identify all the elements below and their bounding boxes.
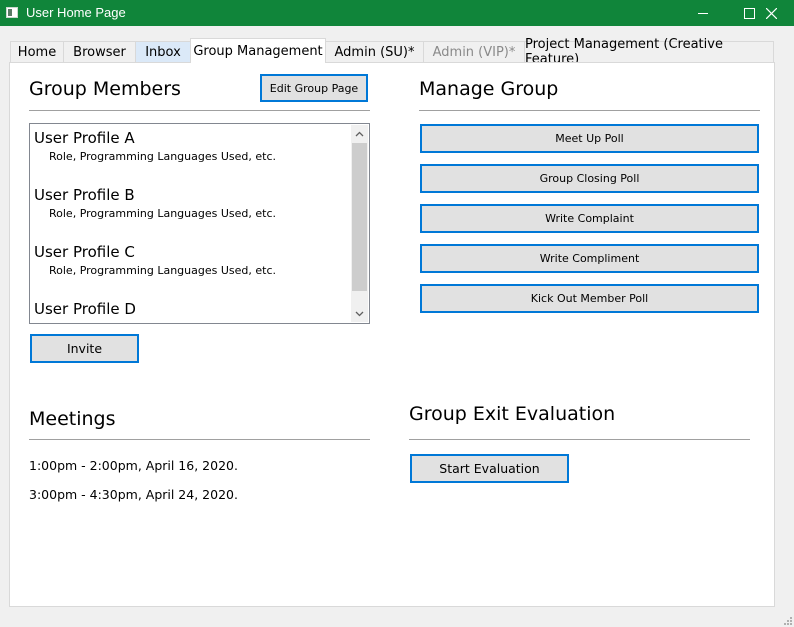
group-members-divider [29,110,370,111]
list-item-detail: Role, Programming Languages Used, etc. [49,150,276,163]
group-members-heading: Group Members [29,78,181,100]
manage-group-divider [419,110,760,111]
write-compliment-button[interactable]: Write Compliment [420,244,759,273]
scroll-thumb[interactable] [352,143,367,291]
minimize-icon [698,12,708,14]
list-item-title[interactable]: User Profile B [34,186,135,204]
write-complaint-button[interactable]: Write Complaint [420,204,759,233]
tab-browser[interactable]: Browser [63,41,136,62]
window-title: User Home Page [26,5,126,20]
list-item-title[interactable]: User Profile A [34,129,135,147]
resize-grip-icon[interactable] [782,615,792,625]
scroll-down-arrow[interactable] [351,305,368,322]
close-icon [765,7,777,19]
meetings-divider [29,439,370,440]
meeting-item: 1:00pm - 2:00pm, April 16, 2020. [29,458,238,473]
chevron-down-icon [355,311,364,316]
title-bar: User Home Page [0,0,794,26]
manage-group-heading: Manage Group [419,78,559,100]
list-item-detail: Role, Programming Languages Used, etc. [49,264,276,277]
kick-out-member-poll-button[interactable]: Kick Out Member Poll [420,284,759,313]
close-button[interactable] [748,0,794,26]
meetings-heading: Meetings [29,408,116,430]
group-exit-evaluation-heading: Group Exit Evaluation [409,403,616,425]
list-scrollbar[interactable] [351,125,368,322]
group-members-list[interactable]: User Profile A Role, Programming Languag… [29,123,370,324]
meeting-item: 3:00pm - 4:30pm, April 24, 2020. [29,487,238,502]
start-evaluation-button[interactable]: Start Evaluation [410,454,569,483]
app-icon [6,7,18,18]
tab-home[interactable]: Home [10,41,64,62]
list-item-title[interactable]: User Profile C [34,243,135,261]
scroll-up-arrow[interactable] [351,125,368,142]
edit-group-page-button[interactable]: Edit Group Page [260,74,368,102]
list-item-detail: Role, Programming Languages Used, etc. [49,207,276,220]
list-item-title[interactable]: User Profile D [34,300,136,318]
invite-button[interactable]: Invite [30,334,139,363]
chevron-up-icon [355,131,364,136]
group-closing-poll-button[interactable]: Group Closing Poll [420,164,759,193]
meet-up-poll-button[interactable]: Meet Up Poll [420,124,759,153]
minimize-button[interactable] [680,0,726,26]
tab-group-management[interactable]: Group Management [190,38,326,63]
tab-project-management[interactable]: Project Management (Creative Feature) [524,37,774,67]
tab-admin-vip: Admin (VIP)* [423,41,525,62]
tab-admin-su[interactable]: Admin (SU)* [325,41,424,62]
exit-evaluation-divider [409,439,750,440]
tab-inbox[interactable]: Inbox [135,41,191,62]
